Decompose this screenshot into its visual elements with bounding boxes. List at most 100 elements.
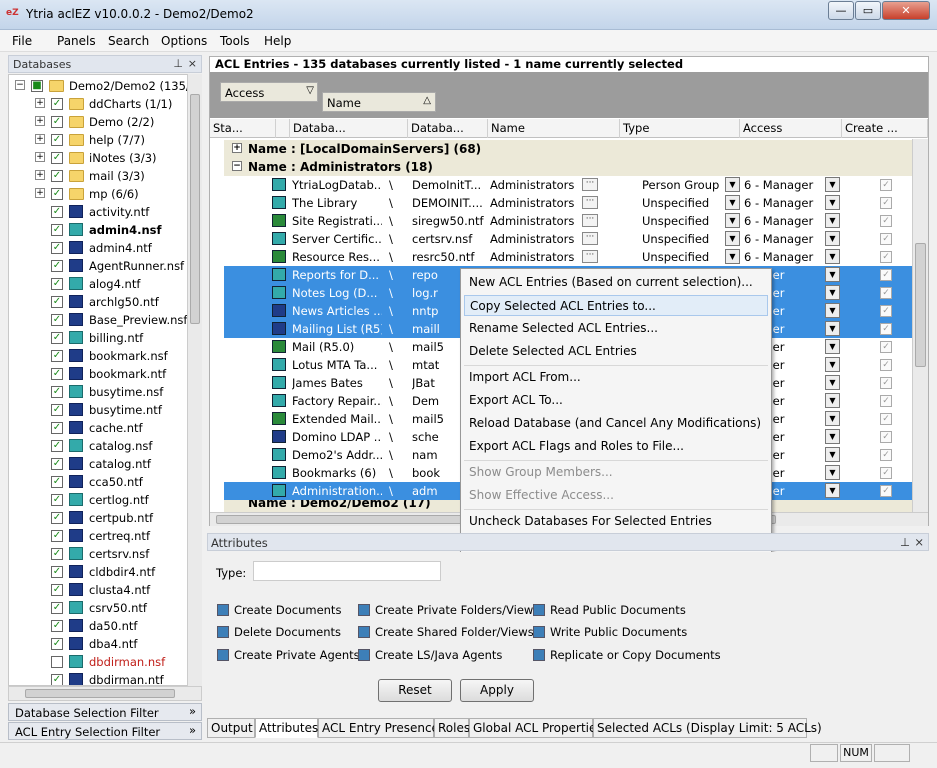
create-checkbox[interactable]: ✓ [880,323,892,335]
close-panel-icon[interactable]: × [914,535,924,549]
tree-folder[interactable]: + ✓ Demo (2/2) [9,113,193,131]
minimize-button[interactable]: — [828,1,854,20]
menu-options[interactable]: Options [161,34,207,48]
database-checkbox[interactable]: ✓ [51,224,63,236]
tree-database-item[interactable]: ✓ busytime.ntf [9,401,193,419]
tree-database-item[interactable]: ✓ activity.ntf [9,203,193,221]
create-shared-folders-checkbox[interactable] [358,626,370,638]
grid-vscroll[interactable] [912,139,928,512]
acl-entry-selection-filter[interactable]: ACL Entry Selection Filter » [8,722,202,740]
grid-row[interactable]: Site Registrati... \ siregw50.ntf Administr… [224,212,914,230]
replicate-copy-documents-checkbox[interactable] [533,649,545,661]
col-type[interactable]: Type [620,119,740,138]
expand-icon[interactable]: + [35,98,45,108]
tree-database-item[interactable]: ✓ catalog.nsf [9,437,193,455]
context-menu-item[interactable]: Rename Selected ACL Entries... [464,318,768,339]
database-checkbox[interactable]: ✓ [51,386,63,398]
context-menu-item[interactable]: Reload Database (and Cancel Any Modifica… [464,413,768,434]
scroll-thumb[interactable] [190,94,200,324]
grid-row[interactable]: The Library \ DEMOINIT.... Administrators ··… [224,194,914,212]
group-row[interactable]: − Name : Administrators (18) [224,158,914,176]
type-dropdown[interactable]: ▼ [725,231,740,246]
hscroll-thumb[interactable] [25,689,175,698]
read-public-documents-checkbox[interactable] [533,604,545,616]
context-menu-item[interactable]: Copy Selected ACL Entries to... [464,295,768,316]
create-checkbox[interactable]: ✓ [880,467,892,479]
database-checkbox[interactable]: ✓ [51,674,63,685]
folder-checkbox[interactable]: ✓ [51,98,63,110]
tree-database-item[interactable]: ✓ dbdirman.ntf [9,671,193,685]
reset-button[interactable]: Reset [378,679,452,702]
ellipsis-button[interactable]: ··· [582,196,598,209]
tree-database-item[interactable]: ✓ csrv50.ntf [9,599,193,617]
ellipsis-button[interactable]: ··· [582,232,598,245]
access-dropdown[interactable]: ▼ [825,285,840,300]
database-selection-filter[interactable]: Database Selection Filter » [8,703,202,721]
expand-icon[interactable]: + [35,116,45,126]
close-panel-icon[interactable]: × [188,57,197,70]
tree-database-item[interactable]: ✓ admin4.ntf [9,239,193,257]
access-dropdown[interactable]: ▼ [825,231,840,246]
database-checkbox[interactable]: ✓ [51,566,63,578]
tree-database-item[interactable]: ✓ billing.ntf [9,329,193,347]
tree-folder[interactable]: + ✓ ddCharts (1/1) [9,95,193,113]
access-dropdown[interactable]: ▼ [825,357,840,372]
create-private-folders-checkbox[interactable] [358,604,370,616]
tree-database-item[interactable]: ✓ bookmark.ntf [9,365,193,383]
tree-database-item[interactable]: ✓ clusta4.ntf [9,581,193,599]
database-checkbox[interactable]: ✓ [51,278,63,290]
grid-scroll-thumb[interactable] [915,243,926,367]
tree-database-item[interactable]: ✓ admin4.nsf [9,221,193,239]
tree-database-item[interactable]: ✓ certsrv.nsf [9,545,193,563]
access-dropdown[interactable]: ▼ [825,303,840,318]
tree-database-item[interactable]: ✓ certpub.ntf [9,509,193,527]
col-status[interactable]: Sta... [210,119,276,138]
database-checkbox[interactable]: ✓ [51,350,63,362]
access-dropdown[interactable]: ▼ [825,339,840,354]
create-documents-checkbox[interactable] [217,604,229,616]
tree-database-item[interactable]: ✓ cldbdir4.ntf [9,563,193,581]
tree-hscroll[interactable] [8,686,202,701]
database-checkbox[interactable]: ✓ [51,458,63,470]
access-dropdown[interactable]: ▼ [825,267,840,282]
tab-selected-acls[interactable]: Selected ACLs (Display Limit: 5 ACLs) [593,718,822,738]
access-dropdown[interactable]: ▼ [825,447,840,462]
access-dropdown[interactable]: ▼ [825,177,840,192]
context-menu-item[interactable]: Export ACL To... [464,390,768,411]
tab-output[interactable]: Output [207,718,255,738]
expand-icon[interactable]: + [35,170,45,180]
database-checkbox[interactable]: ✓ [51,440,63,452]
expand-icon[interactable]: + [35,152,45,162]
type-dropdown[interactable]: ▼ [725,213,740,228]
database-checkbox[interactable]: ✓ [51,368,63,380]
tree-database-item[interactable]: ✓ archlg50.ntf [9,293,193,311]
tree-vscroll[interactable] [187,74,202,686]
database-checkbox[interactable]: ✓ [51,206,63,218]
tree-database-item[interactable]: ✓ busytime.nsf [9,383,193,401]
grid-row[interactable]: YtriaLogDatab... \ DemoInitT... Administrat… [224,176,914,194]
tree-database-item[interactable]: ✓ alog4.ntf [9,275,193,293]
root-checkbox[interactable]: ■ [31,80,43,92]
col-database-file[interactable]: Databa... [408,119,488,138]
col-database-title[interactable]: Databa... [290,119,408,138]
create-checkbox[interactable]: ✓ [880,287,892,299]
create-checkbox[interactable]: ✓ [880,359,892,371]
type-select[interactable] [253,561,441,581]
ellipsis-button[interactable]: ··· [582,214,598,227]
folder-checkbox[interactable]: ✓ [51,188,63,200]
folder-checkbox[interactable]: ✓ [51,152,63,164]
create-checkbox[interactable]: ✓ [880,197,892,209]
tree-database-item[interactable]: ✓ AgentRunner.nsf [9,257,193,275]
access-dropdown[interactable]: ▼ [825,195,840,210]
database-checkbox[interactable]: ✓ [51,332,63,344]
database-checkbox[interactable]: ✓ [51,602,63,614]
tree-database-item[interactable]: dbdirman.nsf [9,653,193,671]
database-checkbox[interactable]: ✓ [51,512,63,524]
menu-file[interactable]: File [12,34,32,48]
context-menu-item[interactable]: Delete Selected ACL Entries [464,341,768,362]
database-checkbox[interactable]: ✓ [51,260,63,272]
create-checkbox[interactable]: ✓ [880,341,892,353]
create-checkbox[interactable]: ✓ [880,269,892,281]
col-filter[interactable] [276,119,290,138]
col-access[interactable]: Access [740,119,842,138]
